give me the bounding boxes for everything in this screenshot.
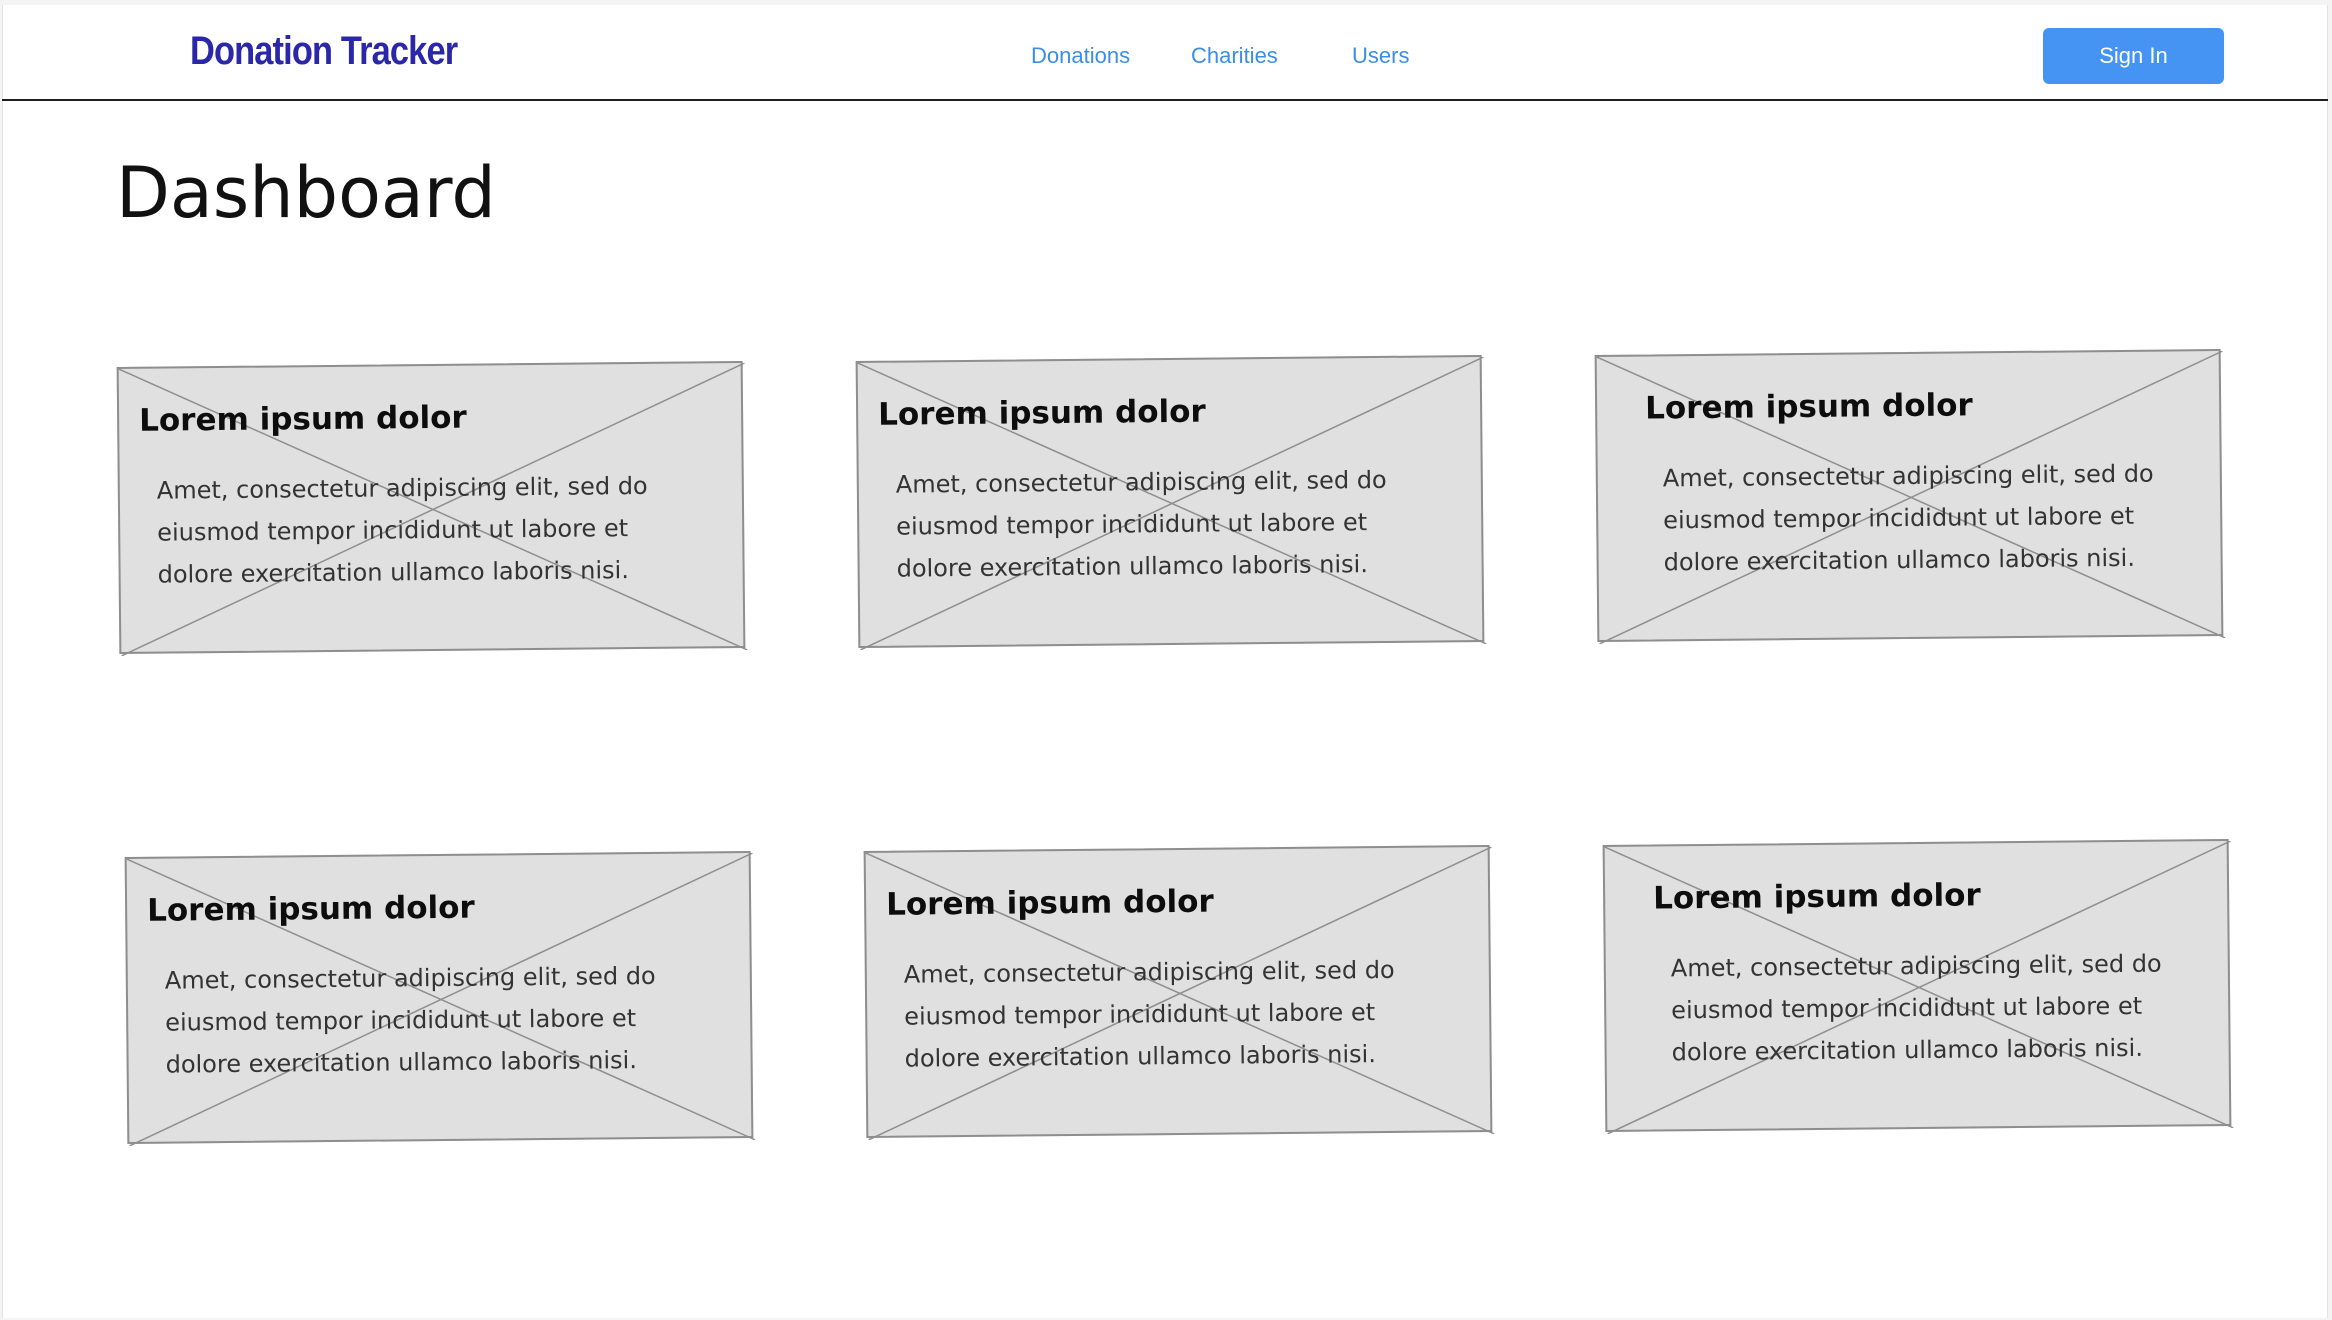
card-description-line: dolore exercitation ullamco laboris nisi… xyxy=(165,1046,638,1079)
card-description: Amet, consectetur adipiscing elit, sed d… xyxy=(896,458,1437,589)
card-description-line: dolore exercitation ullamco laboris nisi… xyxy=(157,556,630,589)
top-navigation-bar: Donation Tracker Donations Charities Use… xyxy=(2,5,2328,101)
card-description-line: Amet, consectetur adipiscing elit, sed d… xyxy=(156,471,648,505)
card-description-line: eiusmod tempor incididunt ut labore et xyxy=(1671,991,2143,1025)
card-description-line: dolore exercitation ullamco laboris nisi… xyxy=(1663,543,2136,577)
nav-link-donations[interactable]: Donations xyxy=(1031,43,1130,69)
card-title: Lorem ipsum dolor xyxy=(1644,387,1973,427)
page-title: Dashboard xyxy=(116,152,496,234)
card-description-line: dolore exercitation ullamco laboris nisi… xyxy=(1671,1033,2144,1067)
card-description-line: Amet, consectetur adipiscing elit, sed d… xyxy=(1662,459,2154,493)
card-description: Amet, consectetur adipiscing elit, sed d… xyxy=(1663,452,2204,583)
card-title: Lorem ipsum dolor xyxy=(885,883,1214,923)
card-title: Lorem ipsum dolor xyxy=(146,889,475,929)
card-description-line: dolore exercitation ullamco laboris nisi… xyxy=(904,1040,1377,1073)
sign-in-button[interactable]: Sign In xyxy=(2043,28,2224,84)
dashboard-card[interactable]: Lorem ipsum dolor Amet, consectetur adip… xyxy=(863,845,1495,1140)
card-description-line: Amet, consectetur adipiscing elit, sed d… xyxy=(1670,949,2162,983)
dashboard-card[interactable]: Lorem ipsum dolor Amet, consectetur adip… xyxy=(116,361,748,656)
card-description-line: Amet, consectetur adipiscing elit, sed d… xyxy=(895,465,1387,499)
nav-link-charities[interactable]: Charities xyxy=(1191,43,1278,69)
card-description-line: dolore exercitation ullamco laboris nisi… xyxy=(896,550,1369,583)
brand-logo[interactable]: Donation Tracker xyxy=(190,29,458,74)
card-title: Lorem ipsum dolor xyxy=(877,393,1206,433)
card-description-line: Amet, consectetur adipiscing elit, sed d… xyxy=(164,961,656,995)
dashboard-card[interactable]: Lorem ipsum dolor Amet, consectetur adip… xyxy=(855,355,1487,650)
dashboard-card[interactable]: Lorem ipsum dolor Amet, consectetur adip… xyxy=(1602,839,2234,1134)
card-description: Amet, consectetur adipiscing elit, sed d… xyxy=(157,464,698,595)
nav-link-users[interactable]: Users xyxy=(1352,43,1409,69)
dashboard-card[interactable]: Lorem ipsum dolor Amet, consectetur adip… xyxy=(1594,349,2226,644)
card-title: Lorem ipsum dolor xyxy=(1652,877,1981,917)
card-description: Amet, consectetur adipiscing elit, sed d… xyxy=(1671,942,2212,1073)
card-title: Lorem ipsum dolor xyxy=(138,399,467,439)
card-description-line: eiusmod tempor incididunt ut labore et xyxy=(157,514,629,547)
card-description-line: Amet, consectetur adipiscing elit, sed d… xyxy=(903,955,1395,989)
card-description: Amet, consectetur adipiscing elit, sed d… xyxy=(165,954,706,1085)
card-description-line: eiusmod tempor incididunt ut labore et xyxy=(1663,501,2135,535)
card-description-line: eiusmod tempor incididunt ut labore et xyxy=(896,508,1368,541)
card-description-line: eiusmod tempor incididunt ut labore et xyxy=(165,1004,637,1037)
card-description: Amet, consectetur adipiscing elit, sed d… xyxy=(904,948,1445,1079)
card-description-line: eiusmod tempor incididunt ut labore et xyxy=(904,998,1376,1031)
dashboard-card[interactable]: Lorem ipsum dolor Amet, consectetur adip… xyxy=(124,851,756,1146)
